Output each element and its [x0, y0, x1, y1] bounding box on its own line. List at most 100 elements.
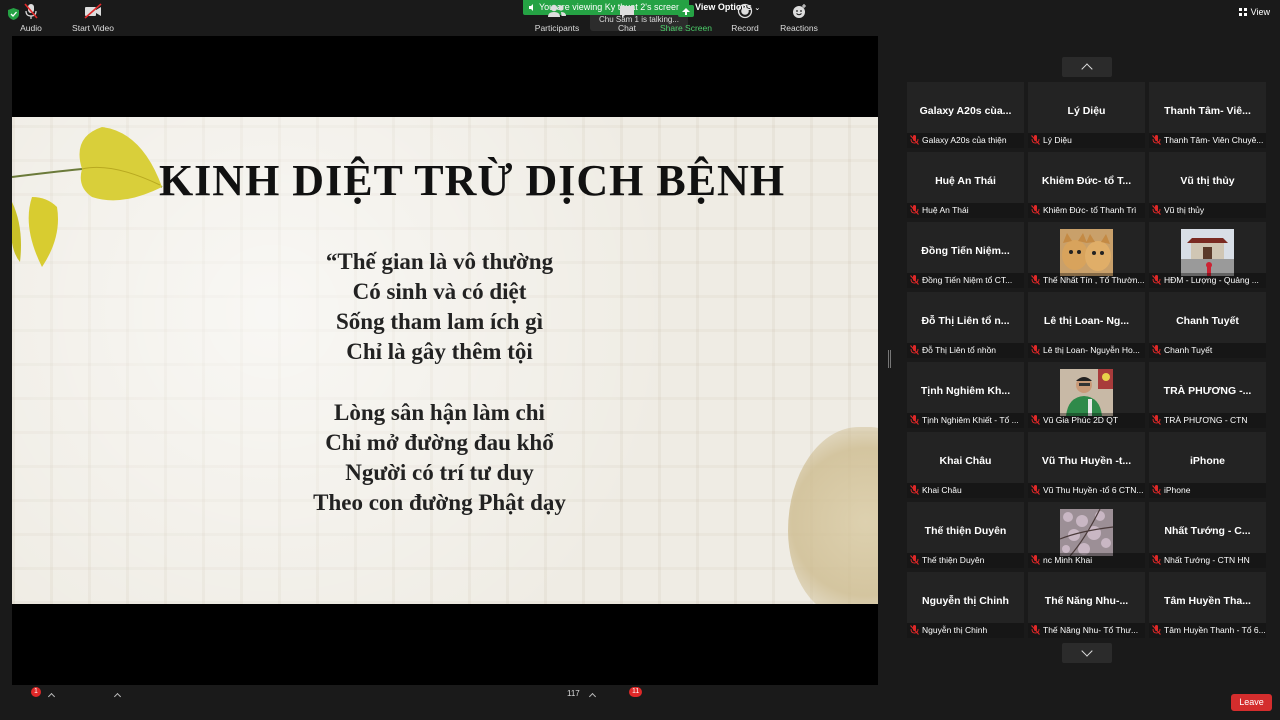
- participant-display-name: Khiêm Đức- tổ T...: [1041, 175, 1132, 187]
- muted-microphone-icon: [1031, 205, 1040, 215]
- view-layout-button[interactable]: View: [1238, 7, 1270, 17]
- verse-line: Theo con đường Phật dạy: [313, 490, 566, 515]
- participants-button[interactable]: Participants: [534, 3, 580, 33]
- participant-tile[interactable]: Huệ An Thái Huệ An Thái: [907, 152, 1024, 218]
- participant-display-name: Nguyễn thị Chinh: [922, 595, 1009, 607]
- participant-display-name: Đồng Tiến Niệm...: [921, 245, 1010, 257]
- participant-display-name: Lý Diệu: [1067, 105, 1106, 117]
- muted-microphone-icon: [1152, 625, 1161, 635]
- participant-tile[interactable]: Khai Châu Khai Châu: [907, 432, 1024, 498]
- leave-button[interactable]: Leave: [1231, 694, 1272, 711]
- participant-display-name: Galaxy A20s cùa...: [919, 105, 1012, 117]
- participant-name-caption: Nhất Tướng - CTN HN: [1149, 553, 1266, 568]
- muted-microphone-icon: [1152, 275, 1161, 285]
- muted-microphone-icon: [910, 275, 919, 285]
- reactions-button[interactable]: Reactions: [780, 3, 818, 33]
- participant-tile[interactable]: Chanh Tuyết Chanh Tuyết: [1149, 292, 1266, 358]
- participant-display-name: iPhone: [1189, 455, 1225, 467]
- participant-tile[interactable]: Thanh Tâm- Viê... Thanh Tâm- Viên Chuyê..…: [1149, 82, 1266, 148]
- participant-name-caption: Nguyễn thị Chinh: [907, 623, 1024, 638]
- muted-microphone-icon: [1152, 485, 1161, 495]
- participant-count: 117: [567, 689, 580, 698]
- start-video-button[interactable]: Start Video: [70, 3, 116, 33]
- stanza-gap: [252, 367, 627, 398]
- participant-tile[interactable]: Galaxy A20s cùa... Galaxy A20s của thiện: [907, 82, 1024, 148]
- gallery-page-down-button[interactable]: [1062, 643, 1112, 663]
- security-shield-icon[interactable]: [8, 8, 19, 20]
- muted-microphone-icon: [1152, 415, 1161, 425]
- participant-name-caption: Lý Diệu: [1028, 133, 1145, 148]
- chevron-up-icon: [1081, 63, 1093, 75]
- participant-display-name: Vũ Thu Huyền -t...: [1041, 455, 1132, 467]
- participant-name-caption: HĐM - Lượng - Quảng ...: [1149, 273, 1266, 288]
- record-icon: [737, 3, 753, 19]
- participant-video-thumbnail: [1181, 229, 1234, 276]
- participant-tile[interactable]: Nguyễn thị Chinh Nguyễn thị Chinh: [907, 572, 1024, 638]
- participant-tile[interactable]: nc Minh Khai: [1028, 502, 1145, 568]
- chat-button[interactable]: Chat: [613, 3, 641, 33]
- participant-tile[interactable]: TRÀ PHƯƠNG -... TRÀ PHƯƠNG - CTN: [1149, 362, 1266, 428]
- participant-tile[interactable]: Đồng Tiến Niệm... Đồng Tiến Niệm tổ CT...: [907, 222, 1024, 288]
- share-screen-icon: [678, 5, 694, 17]
- muted-microphone-icon: [1152, 135, 1161, 145]
- muted-microphone-icon: [910, 205, 919, 215]
- participant-display-name: Huệ An Thái: [935, 175, 996, 187]
- participant-name-caption: Vũ Gia Phúc 2D QT: [1028, 413, 1145, 428]
- verse-line: Người có trí tư duy: [345, 460, 534, 485]
- slide-title: KINH DIỆT TRỪ DỊCH BỆNH: [158, 156, 786, 205]
- participant-tile[interactable]: Vũ thị thủy Vũ thị thủy: [1149, 152, 1266, 218]
- shared-screen: KINH DIỆT TRỪ DỊCH BỆNH “Thế gian là vô …: [12, 36, 878, 685]
- participant-name-caption: Đỗ Thị Liên tổ nhồn: [907, 343, 1024, 358]
- leaf-right-decoration: [788, 427, 878, 604]
- participant-tile[interactable]: iPhone iPhone: [1149, 432, 1266, 498]
- record-button[interactable]: Record: [730, 3, 760, 33]
- participant-name-caption: Đồng Tiến Niệm tổ CT...: [907, 273, 1024, 288]
- participant-tile[interactable]: Tịnh Nghiêm Kh... Tịnh Nghiêm Khiết - Tổ …: [907, 362, 1024, 428]
- participant-tile[interactable]: Nhất Tướng - C... Nhất Tướng - CTN HN: [1149, 502, 1266, 568]
- participant-tile[interactable]: Đỗ Thị Liên tổ n... Đỗ Thị Liên tổ nhồn: [907, 292, 1024, 358]
- panel-resize-handle[interactable]: [888, 350, 891, 368]
- participant-tile[interactable]: Lê thị Loan- Ng... Lê thị Loan- Nguyễn Ho…: [1028, 292, 1145, 358]
- participant-tile[interactable]: Tâm Huyền Tha... Tâm Huyền Thanh - Tổ 6..…: [1149, 572, 1266, 638]
- muted-microphone-icon: [1152, 205, 1161, 215]
- muted-microphone-icon: [910, 625, 919, 635]
- participant-video-thumbnail: [1060, 369, 1113, 416]
- participant-name-caption: Chanh Tuyết: [1149, 343, 1266, 358]
- muted-microphone-icon: [1031, 555, 1040, 565]
- participant-name-caption: Thế Năng Nhu- Tổ Thư...: [1028, 623, 1145, 638]
- participant-tile[interactable]: Khiêm Đức- tổ T... Khiêm Đức- tổ Thanh Tr…: [1028, 152, 1145, 218]
- record-label: Record: [731, 23, 759, 33]
- participant-name-caption: Khiêm Đức- tổ Thanh Trì: [1028, 203, 1145, 218]
- participant-tile[interactable]: Thế Năng Nhu-... Thế Năng Nhu- Tổ Thư...: [1028, 572, 1145, 638]
- participant-name-caption: TRÀ PHƯƠNG - CTN: [1149, 413, 1266, 428]
- share-screen-button[interactable]: Share Screen: [660, 3, 712, 33]
- verse-line: “Thế gian là vô thường: [325, 249, 554, 274]
- participant-tile[interactable]: Vũ Thu Huyền -t... Vũ Thu Huyền -tổ 6 CTN…: [1028, 432, 1145, 498]
- participant-name-caption: Galaxy A20s của thiện: [907, 133, 1024, 148]
- participant-display-name: Chanh Tuyết: [1176, 315, 1239, 327]
- audio-button[interactable]: Audio: [19, 3, 43, 33]
- participant-display-name: Nhất Tướng - C...: [1164, 525, 1251, 537]
- grid-view-icon: [1238, 8, 1247, 16]
- muted-microphone-icon: [910, 135, 919, 145]
- participant-display-name: Thanh Tâm- Viê...: [1164, 105, 1251, 117]
- participant-tile[interactable]: HĐM - Lượng - Quảng ...: [1149, 222, 1266, 288]
- participant-tile[interactable]: Thế Nhất Tín , Tổ Thườn...: [1028, 222, 1145, 288]
- presentation-slide: KINH DIỆT TRỪ DỊCH BỆNH “Thế gian là vô …: [12, 117, 878, 604]
- video-off-icon: [84, 3, 102, 19]
- muted-microphone-icon: [1031, 345, 1040, 355]
- participant-name-caption: Tâm Huyền Thanh - Tổ 6...: [1149, 623, 1266, 638]
- participant-name-caption: Lê thị Loan- Nguyễn Ho...: [1028, 343, 1145, 358]
- verse-line: Có sinh và có diệt: [352, 279, 527, 304]
- participant-tile[interactable]: Lý Diệu Lý Diệu: [1028, 82, 1145, 148]
- verse-line: Chỉ mở đường đau khổ: [325, 430, 554, 455]
- chat-bubble-icon: [620, 6, 634, 18]
- participant-display-name: Tịnh Nghiêm Kh...: [920, 385, 1011, 397]
- muted-microphone-icon: [1031, 275, 1040, 285]
- participant-tile[interactable]: Thế thiện Duyên Thế thiện Duyên: [907, 502, 1024, 568]
- participant-video-thumbnail: [1060, 229, 1113, 276]
- participant-display-name: Lê thị Loan- Ng...: [1043, 315, 1130, 327]
- reactions-smiley-icon: [793, 4, 806, 18]
- participant-tile[interactable]: Vũ Gia Phúc 2D QT: [1028, 362, 1145, 428]
- gallery-page-up-button[interactable]: [1062, 57, 1112, 77]
